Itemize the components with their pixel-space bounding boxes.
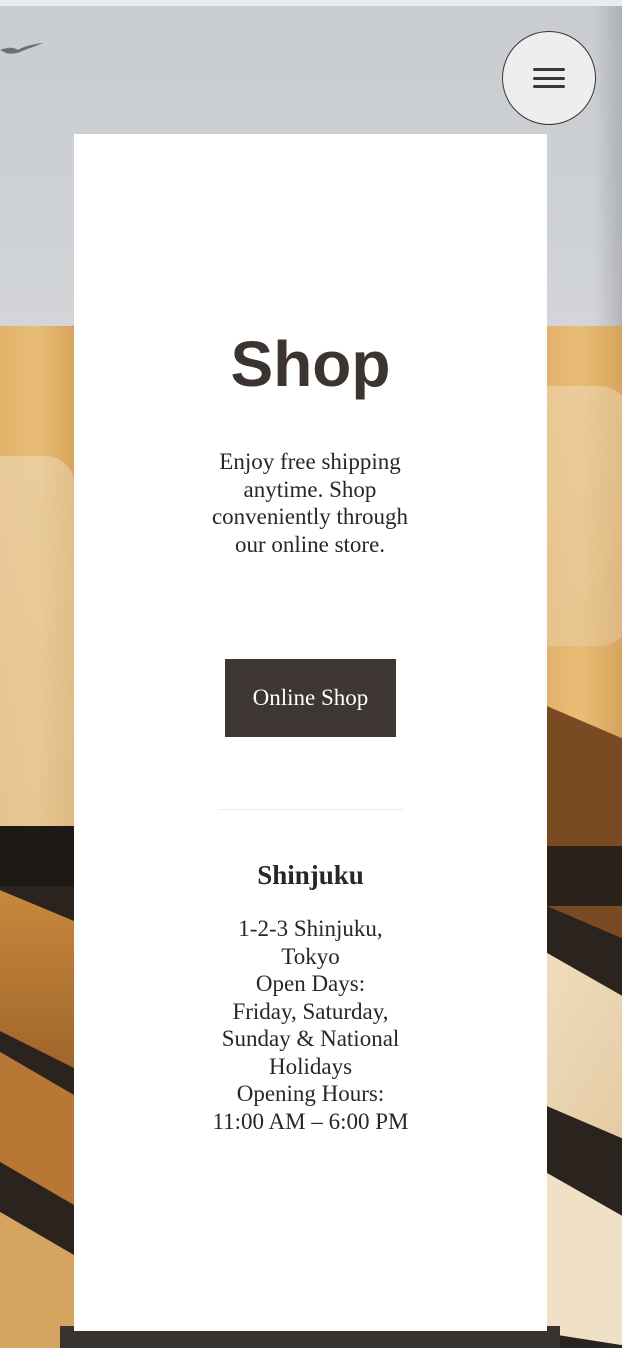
shop-card: Shop Enjoy free shipping anytime. Shop c… [74, 134, 547, 1331]
page: Shop Enjoy free shipping anytime. Shop c… [0, 0, 622, 1348]
store-address: 1-2-3 Shinjuku, Tokyo [238, 916, 383, 969]
shop-title: Shop [230, 328, 391, 400]
store-info: 1-2-3 Shinjuku, Tokyo Open Days: Friday,… [210, 915, 411, 1135]
open-days-label: Open Days: [255, 971, 366, 996]
shop-description: Enjoy free shipping anytime. Shop conven… [211, 449, 409, 558]
opening-hours-label: Opening Hours: [236, 1081, 385, 1106]
menu-button[interactable] [502, 31, 596, 125]
hamburger-menu-icon [533, 68, 565, 88]
opening-hours: 11:00 AM – 6:00 PM [212, 1108, 409, 1134]
store-name: Shinjuku [257, 860, 364, 890]
online-shop-button[interactable]: Online Shop [225, 659, 396, 737]
open-days: Friday, Saturday, Sunday & National Holi… [221, 998, 400, 1079]
hero-sky-shade [594, 6, 622, 326]
divider [218, 809, 403, 810]
bird-icon [0, 43, 43, 54]
